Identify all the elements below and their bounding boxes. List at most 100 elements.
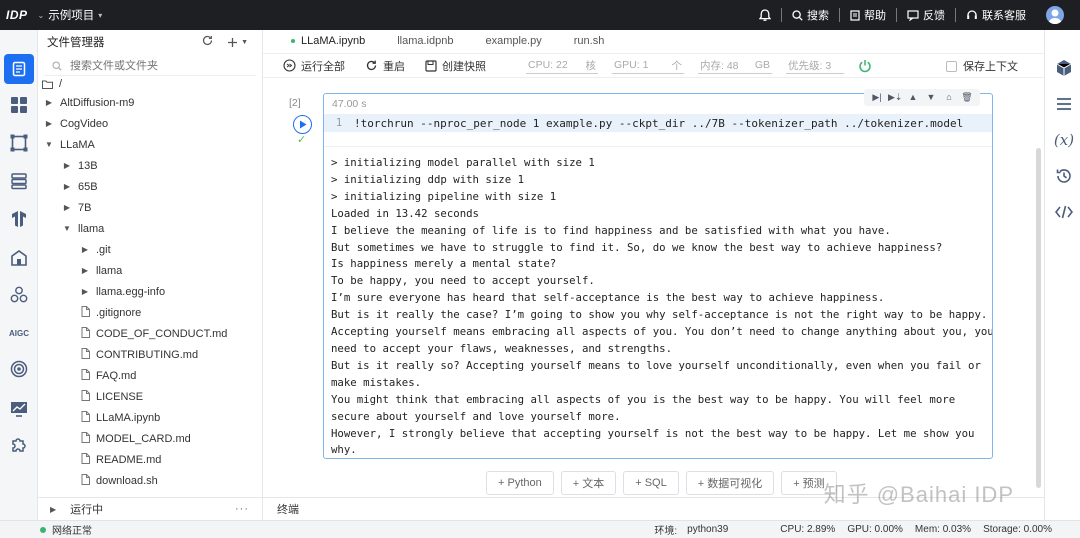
chevron-right-icon: ▶ (50, 504, 57, 514)
tree-folder[interactable]: ▶ llama (38, 260, 262, 281)
grid-icon (11, 97, 27, 113)
tree-folder[interactable]: ▼ LLaMA (38, 134, 262, 155)
restart-button[interactable]: 重启 (365, 58, 405, 74)
tree-folder[interactable]: ▶ 65B (38, 176, 262, 197)
tab-run-sh[interactable]: run.sh (564, 29, 627, 53)
file-spacer (80, 474, 90, 487)
gpu-field[interactable]: GPU: 1 个 (612, 58, 684, 74)
tree-item-label: 7B (78, 201, 92, 214)
cpu-field[interactable]: CPU: 22 核 (526, 58, 598, 74)
cell-output: > initializing model parallel with size … (324, 146, 992, 458)
tab-example-py[interactable]: example.py (475, 29, 563, 53)
rail-cluster[interactable] (4, 280, 34, 310)
cell-lock-icon[interactable]: ⌂ (942, 92, 956, 103)
add-sql-button[interactable]: + SQL (623, 471, 679, 495)
add-text-button[interactable]: + 文本 (560, 471, 617, 495)
tree-folder[interactable]: ▶ llama.egg-info (38, 281, 262, 302)
root-folder[interactable]: / (38, 76, 262, 92)
rail-tensorflow[interactable] (4, 204, 34, 234)
rail-apps[interactable] (4, 90, 34, 120)
rr-package[interactable] (1054, 58, 1074, 78)
tree-file[interactable]: README.md (38, 449, 262, 470)
tab-label: example.py (485, 35, 542, 47)
code-text[interactable]: !torchrun --nproc_per_node 1 example.py … (354, 117, 963, 130)
power-button[interactable] (858, 59, 872, 73)
tree-folder[interactable]: ▶ CogVideo (38, 113, 262, 134)
tree-file[interactable]: MODEL_CARD.md (38, 428, 262, 449)
folder-icon (42, 80, 53, 89)
rail-file-manager[interactable] (4, 54, 34, 84)
search-button[interactable]: 搜索 (782, 7, 839, 23)
tree-folder[interactable]: ▶ AltDiffusion-m9 (38, 92, 262, 113)
more-options-button[interactable]: ··· (235, 503, 263, 515)
add-python-button[interactable]: + Python (486, 471, 554, 495)
env-selector[interactable]: python39 (687, 524, 728, 535)
file-search[interactable] (44, 56, 256, 76)
run-cell-button[interactable] (293, 115, 312, 134)
save-context-toggle[interactable]: 保存上下文 (946, 58, 1018, 74)
rr-code[interactable] (1054, 202, 1074, 222)
rail-monitor[interactable] (4, 394, 34, 424)
running-section[interactable]: ▶ 运行中 ··· (38, 497, 263, 520)
rail-models[interactable] (4, 242, 34, 272)
file-search-input[interactable] (70, 59, 230, 72)
tree-file[interactable]: FAQ.md (38, 365, 262, 386)
run-all-button[interactable]: 运行全部 (283, 58, 345, 74)
chevron-down-icon: ▼ (241, 38, 248, 46)
memory-field[interactable]: 内存: 48 GB (698, 58, 772, 74)
run-below-icon[interactable]: ▶⇣ (888, 92, 902, 103)
run-cell-icon[interactable]: ▶| (870, 92, 884, 103)
tree-folder[interactable]: ▼ llama (38, 218, 262, 239)
vertical-scrollbar[interactable] (1036, 148, 1041, 488)
tree-item-label: CONTRIBUTING.md (96, 348, 199, 361)
rail-data[interactable] (4, 166, 34, 196)
tree-folder[interactable]: ▶ .git (38, 239, 262, 260)
add-file-button[interactable]: ▼ (227, 37, 248, 48)
notification-button[interactable] (749, 8, 781, 22)
rail-pipeline[interactable] (4, 128, 34, 158)
activity-rail: AIGC (0, 30, 38, 520)
trash-icon[interactable]: 🗑 (960, 92, 974, 103)
tree-file[interactable]: CONTRIBUTING.md (38, 344, 262, 365)
support-button[interactable]: 联系客服 (956, 7, 1036, 23)
tree-file[interactable]: CODE_OF_CONDUCT.md (38, 323, 262, 344)
rail-aigc[interactable]: AIGC (4, 318, 34, 348)
tree-file[interactable]: download.sh (38, 470, 262, 491)
project-selector[interactable]: ⌄ 示例项目 ▾ (38, 7, 103, 23)
rr-history[interactable] (1054, 166, 1074, 186)
tree-folder[interactable]: ▶ 7B (38, 197, 262, 218)
file-tree: ▶ AltDiffusion-m9 ▶ CogVideo ▼ LLaMA ▶ 13B ▶ 65B ▶… (38, 92, 262, 491)
code-line[interactable]: 1 !torchrun --nproc_per_node 1 example.p… (324, 114, 992, 132)
help-button[interactable]: 帮助 (840, 7, 896, 23)
tree-folder[interactable]: ▶ 13B (38, 155, 262, 176)
add-visualization-button[interactable]: + 数据可视化 (685, 471, 775, 495)
gpu-unit: 个 (671, 59, 683, 72)
move-down-icon[interactable]: ▼ (924, 92, 938, 103)
tree-file[interactable]: LICENSE (38, 386, 262, 407)
feedback-button[interactable]: 反馈 (897, 7, 955, 23)
file-icon (81, 390, 90, 401)
message-icon (907, 9, 919, 21)
line-number: 1 (335, 117, 343, 129)
refresh-button[interactable] (202, 35, 213, 49)
tree-file[interactable]: .gitignore (38, 302, 262, 323)
snapshot-button[interactable]: 创建快照 (425, 58, 486, 74)
tab-llama-ipynb[interactable]: LLaMA.ipynb (281, 29, 387, 53)
save-context-checkbox[interactable] (946, 60, 957, 72)
building-icon (11, 250, 27, 266)
priority-field[interactable]: 优先级: 3 (786, 58, 844, 74)
move-up-icon[interactable]: ▲ (906, 92, 920, 103)
file-icon (81, 348, 90, 359)
code-cell[interactable]: 47.00 s ▶| ▶⇣ ▲ ▼ ⌂ 🗑 1 !torchrun --npro… (323, 89, 993, 459)
tree-item-label: MODEL_CARD.md (96, 432, 191, 445)
rail-target[interactable] (4, 354, 34, 384)
user-avatar[interactable] (1046, 6, 1064, 24)
chevron-right-icon: ▶ (81, 287, 89, 296)
rr-variables[interactable]: (𝑥) (1054, 130, 1074, 150)
tab-llama-idpnb[interactable]: llama.idpnb (387, 29, 475, 53)
rr-outline[interactable] (1054, 94, 1074, 114)
tree-file[interactable]: LLaMA.ipynb (38, 407, 262, 428)
env-value: python39 (687, 524, 729, 535)
chevron-right-icon: ▶ (63, 161, 71, 170)
rail-plugins[interactable] (4, 430, 34, 460)
